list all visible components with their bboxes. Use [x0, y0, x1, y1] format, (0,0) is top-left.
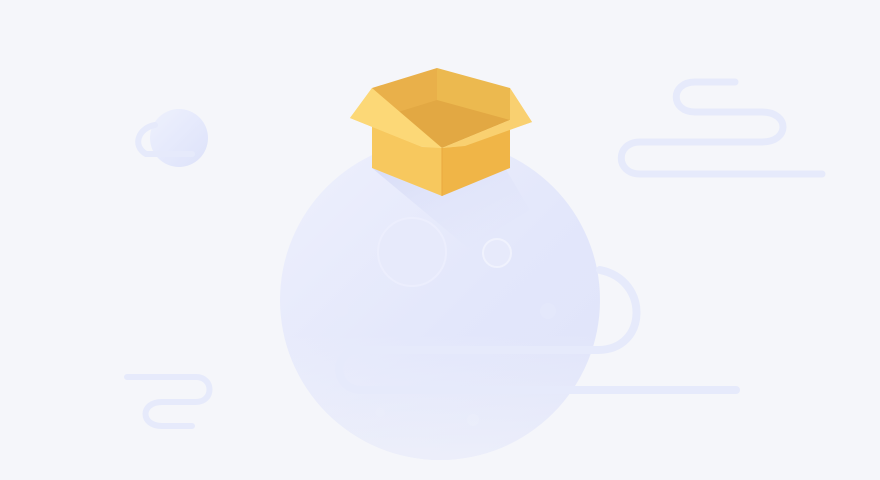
- empty-state-illustration: [0, 0, 880, 480]
- wind-cloud-icon: [617, 78, 826, 178]
- empty-state-scene: [124, 68, 826, 460]
- small-planet-icon: [135, 109, 208, 167]
- wind-cloud-icon: [124, 374, 213, 429]
